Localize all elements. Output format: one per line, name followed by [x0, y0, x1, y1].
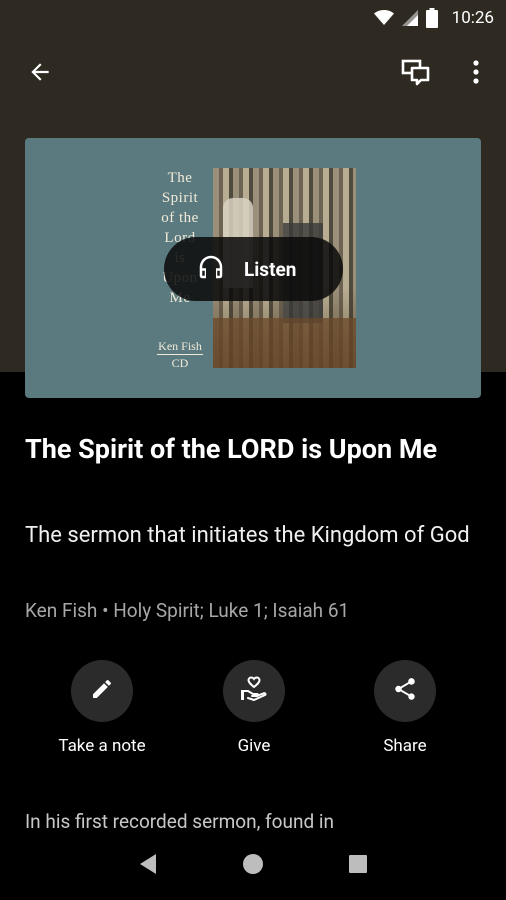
listen-button[interactable]: Listen [164, 237, 343, 301]
take-note-circle[interactable] [71, 660, 133, 722]
give-button[interactable]: Give [184, 660, 324, 756]
listen-label: Listen [244, 257, 297, 281]
artwork-format: CD [171, 356, 189, 370]
nav-home-icon [242, 853, 264, 879]
artwork-title-line: of the [161, 210, 199, 226]
cell-signal-icon [401, 10, 418, 26]
status-bar: 10:26 [0, 0, 506, 36]
give-circle[interactable] [223, 660, 285, 722]
nav-recents-button[interactable] [338, 846, 378, 886]
sermon-meta: Ken Fish • Holy Spirit; Luke 1; Isaiah 6… [25, 599, 350, 622]
artwork-divider [157, 354, 203, 355]
take-note-label: Take a note [58, 736, 146, 756]
battery-icon [425, 8, 438, 28]
sermon-title: The Spirit of the LORD is Upon Me [25, 433, 438, 465]
nav-recents-icon [348, 854, 368, 878]
sermon-subtitle: The sermon that initiates the Kingdom of… [25, 523, 470, 548]
more-vert-icon [472, 59, 480, 89]
heart-hand-icon [239, 674, 269, 708]
wifi-icon [373, 10, 394, 26]
back-button[interactable] [22, 56, 58, 92]
artwork-author: Ken Fish [158, 339, 202, 353]
top-toolbar [0, 48, 506, 100]
nav-home-button[interactable] [233, 846, 273, 886]
give-label: Give [237, 736, 271, 756]
headphones-icon [196, 252, 226, 286]
share-label: Share [383, 736, 427, 756]
chat-button[interactable] [398, 56, 434, 92]
share-button[interactable]: Share [335, 660, 475, 756]
chat-bubbles-icon [401, 58, 431, 90]
pencil-icon [90, 677, 114, 705]
status-time: 10:26 [451, 8, 494, 28]
arrow-left-icon [27, 59, 53, 89]
take-note-button[interactable]: Take a note [32, 660, 172, 756]
nav-back-button[interactable] [128, 846, 168, 886]
share-circle[interactable] [374, 660, 436, 722]
artwork-title-line: The [167, 170, 193, 186]
share-icon [392, 676, 418, 706]
more-options-button[interactable] [458, 56, 494, 92]
action-row: Take a note Give Share [0, 660, 506, 770]
nav-back-icon [138, 853, 158, 879]
system-nav-bar [0, 832, 506, 900]
artwork-title-line: Spirit [161, 190, 199, 206]
